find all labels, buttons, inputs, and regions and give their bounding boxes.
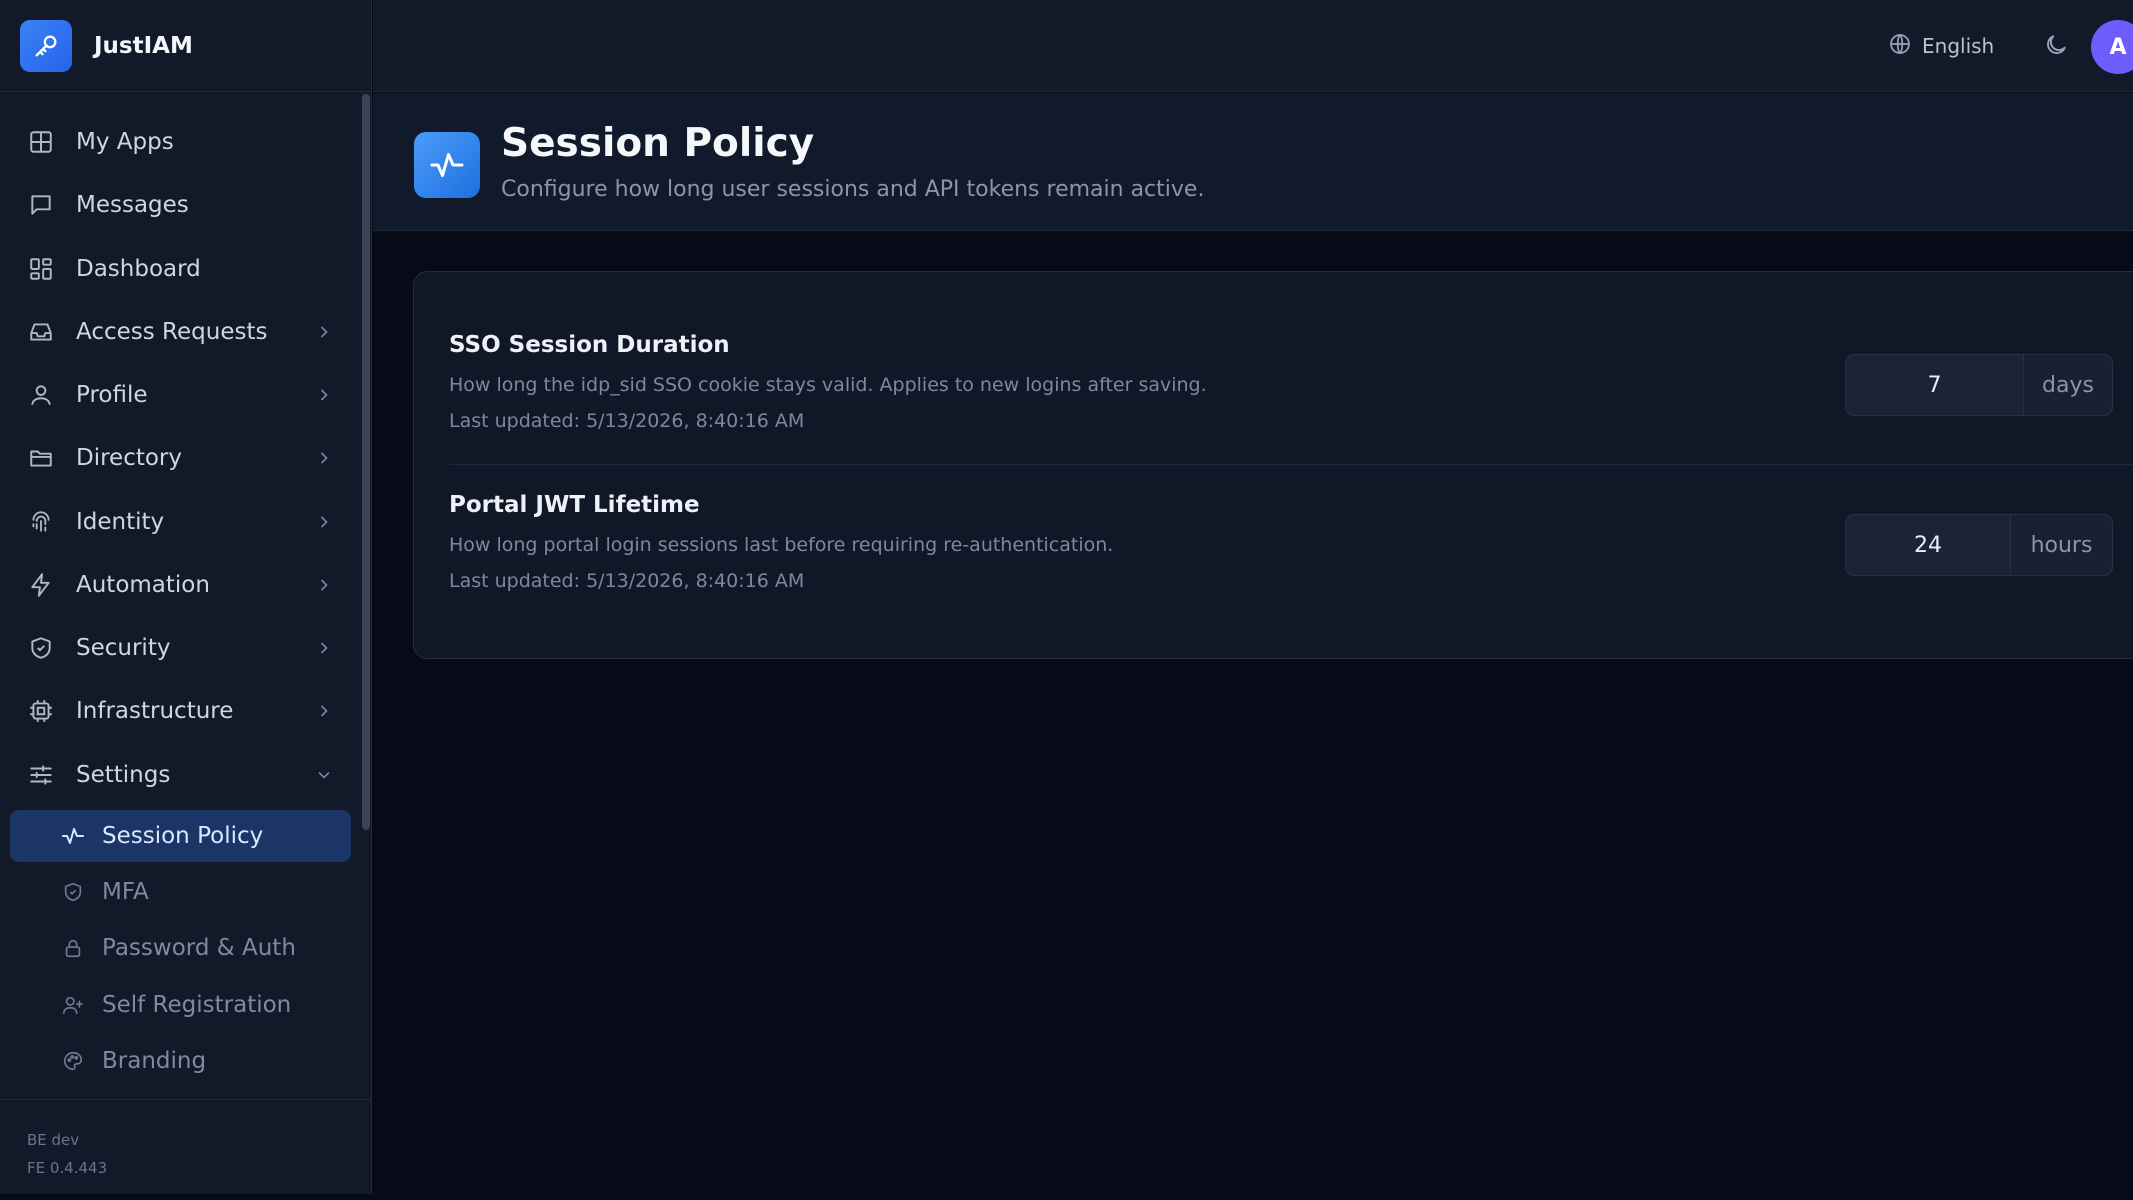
sidebar-subitem-session-policy[interactable]: Session Policy bbox=[10, 810, 351, 862]
dashboard-icon bbox=[26, 254, 56, 284]
chevron-right-icon bbox=[314, 322, 334, 342]
sidebar-item-label: Directory bbox=[76, 445, 183, 471]
user-icon bbox=[26, 380, 56, 410]
sidebar-subitem-mfa[interactable]: MFA bbox=[10, 866, 351, 918]
user-plus-icon bbox=[60, 992, 86, 1018]
shield-check-icon bbox=[60, 879, 86, 905]
sidebar-subitem-label: Password & Auth bbox=[102, 935, 296, 961]
sidebar-subitem-label: Branding bbox=[102, 1048, 207, 1074]
sidebar-item-label: Access Requests bbox=[76, 319, 268, 345]
sidebar-subitem-password-auth[interactable]: Password & Auth bbox=[10, 922, 351, 974]
sidebar-nav: My Apps Messages Dashboard Access Reques… bbox=[0, 92, 360, 1096]
chevron-right-icon bbox=[314, 575, 334, 595]
jwt-lifetime-unit: hours bbox=[2030, 532, 2093, 558]
chevron-right-icon bbox=[314, 448, 334, 468]
sidebar-item-directory[interactable]: Directory bbox=[10, 432, 350, 484]
page-title: Session Policy bbox=[501, 121, 815, 166]
grid-icon bbox=[26, 127, 56, 157]
sidebar-subitem-branding[interactable]: Branding bbox=[10, 1035, 351, 1087]
palette-icon bbox=[60, 1048, 86, 1074]
sidebar-item-my-apps[interactable]: My Apps bbox=[10, 116, 350, 168]
sidebar-item-security[interactable]: Security bbox=[10, 622, 350, 674]
brand-name: JustIAM bbox=[94, 32, 193, 59]
sidebar-item-label: Identity bbox=[76, 509, 165, 535]
chevron-right-icon bbox=[314, 512, 334, 532]
key-icon bbox=[20, 19, 72, 72]
sso-duration-input[interactable] bbox=[1846, 355, 2024, 415]
sidebar-scrollbar[interactable] bbox=[362, 94, 370, 830]
language-label: English bbox=[1922, 34, 1995, 58]
sidebar-item-label: Automation bbox=[76, 572, 210, 598]
lightning-icon bbox=[26, 570, 56, 600]
sidebar-item-messages[interactable]: Messages bbox=[10, 179, 350, 231]
activity-icon bbox=[60, 823, 86, 849]
sso-duration-unit: days bbox=[2042, 372, 2094, 398]
sidebar-footer: BE dev FE 0.4.443 bbox=[0, 1099, 372, 1194]
sidebar-item-automation[interactable]: Automation bbox=[10, 559, 350, 611]
avatar[interactable]: A bbox=[2091, 20, 2133, 74]
activity-icon bbox=[414, 132, 480, 198]
sidebar-item-label: Dashboard bbox=[76, 256, 201, 282]
chevron-right-icon bbox=[314, 638, 334, 658]
frontend-version: FE 0.4.443 bbox=[27, 1159, 108, 1177]
sidebar-subitem-self-registration[interactable]: Self Registration bbox=[10, 979, 351, 1031]
sidebar-item-label: Profile bbox=[76, 382, 148, 408]
backend-version: BE dev bbox=[27, 1131, 80, 1149]
jwt-lifetime-field: hours bbox=[1845, 514, 2113, 576]
language-selector[interactable]: English bbox=[1888, 30, 1994, 62]
sso-duration-field: days bbox=[1845, 354, 2113, 416]
session-policy-card: SSO Session Duration How long the idp_si… bbox=[413, 271, 2133, 659]
jwt-lifetime-input[interactable] bbox=[1846, 515, 2011, 575]
sidebar-item-label: Settings bbox=[76, 762, 171, 788]
chevron-down-icon bbox=[314, 765, 334, 785]
brand[interactable]: JustIAM bbox=[0, 0, 371, 92]
fingerprint-icon bbox=[26, 507, 56, 537]
sidebar-item-identity[interactable]: Identity bbox=[10, 496, 350, 548]
chevron-right-icon bbox=[314, 385, 334, 405]
sidebar-subitem-label: Self Registration bbox=[102, 992, 292, 1018]
sidebar-item-infrastructure[interactable]: Infrastructure bbox=[10, 685, 350, 737]
folder-icon bbox=[26, 443, 56, 473]
topbar: English A bbox=[373, 0, 2133, 92]
sidebar-item-label: Messages bbox=[76, 192, 189, 218]
sliders-icon bbox=[26, 760, 56, 790]
sidebar-item-profile[interactable]: Profile bbox=[10, 369, 350, 421]
sidebar-subitem-label: MFA bbox=[102, 879, 149, 905]
sidebar-item-dashboard[interactable]: Dashboard bbox=[10, 243, 350, 295]
cpu-icon bbox=[26, 696, 56, 726]
sidebar-subitem-label: Session Policy bbox=[102, 823, 264, 849]
page-header: Session Policy Configure how long user s… bbox=[373, 93, 2133, 231]
theme-toggle-button[interactable] bbox=[2043, 32, 2071, 60]
moon-icon bbox=[2043, 35, 2069, 62]
message-icon bbox=[26, 190, 56, 220]
page-subtitle: Configure how long user sessions and API… bbox=[501, 177, 1205, 202]
sidebar-item-label: Infrastructure bbox=[76, 698, 234, 724]
lock-icon bbox=[60, 935, 86, 961]
app-root: JustIAM My Apps Messages Dashboard Acces… bbox=[0, 0, 2133, 1200]
sidebar: JustIAM My Apps Messages Dashboard Acces… bbox=[0, 0, 372, 1194]
globe-icon bbox=[1888, 32, 1912, 61]
inbox-icon bbox=[26, 317, 56, 347]
divider bbox=[449, 464, 2133, 465]
chevron-right-icon bbox=[314, 701, 334, 721]
sidebar-item-settings[interactable]: Settings bbox=[10, 749, 350, 801]
shield-icon bbox=[26, 633, 56, 663]
sidebar-item-label: My Apps bbox=[76, 129, 174, 155]
sidebar-item-label: Security bbox=[76, 635, 171, 661]
sidebar-item-access-requests[interactable]: Access Requests bbox=[10, 306, 350, 358]
